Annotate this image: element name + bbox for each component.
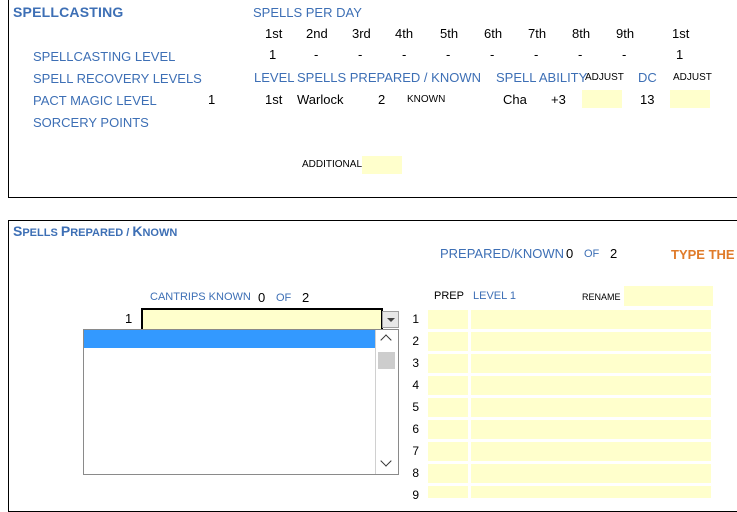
prepared-known-label: PREPARED/KNOWN (440, 246, 564, 261)
row-number: 6 (412, 422, 419, 436)
adjust2-header: ADJUST (673, 72, 712, 83)
level-header-4th: 4th (395, 26, 414, 41)
prep-column-header: PREP (434, 290, 464, 302)
cantrips-of-label: OF (276, 292, 292, 304)
spell-ability-header: SPELL ABILITY (496, 70, 588, 85)
slot-4th: - (402, 47, 407, 62)
dc-header: DC (638, 70, 657, 85)
level-header-1st: 1st (265, 26, 283, 41)
row-number: 3 (412, 356, 419, 370)
chevron-down-icon (387, 318, 395, 322)
row-number: 4 (412, 378, 419, 392)
adjust2-input[interactable] (670, 90, 710, 108)
level-header-8th: 8th (572, 26, 591, 41)
level-1-header: LEVEL 1 (473, 290, 517, 302)
row-number: 1 (412, 312, 419, 326)
class-spell-count: 2 (378, 92, 386, 107)
spell-ability-modifier: +3 (551, 92, 566, 107)
spells-prepared-known-header: SPELLS PREPARED / KNOWN (297, 70, 481, 85)
rename-input[interactable] (624, 286, 713, 306)
chevron-up-icon[interactable] (380, 334, 392, 346)
prep-checkbox[interactable] (428, 332, 468, 351)
level-header-6th: 6th (484, 26, 503, 41)
prep-checkbox[interactable] (428, 464, 468, 483)
cantrips-count: 0 (258, 290, 266, 305)
pact-magic-level-value: 1 (208, 92, 216, 107)
additional-label: ADDITIONAL (302, 159, 363, 170)
slot-3rd: - (358, 47, 363, 62)
dropdown-option-selected[interactable] (84, 330, 376, 348)
spell-name-cell[interactable] (471, 354, 711, 373)
additional-input[interactable] (362, 156, 402, 174)
spell-name-cell[interactable] (471, 486, 711, 498)
spell-name-cell[interactable] (471, 376, 711, 395)
dc-value: 13 (640, 92, 655, 107)
prepared-count: 0 (566, 246, 574, 261)
cantrip-dropdown-list[interactable] (83, 329, 399, 475)
class-level: 1st (265, 92, 283, 107)
row-number: 8 (412, 466, 419, 480)
spell-name-cell[interactable] (471, 464, 711, 483)
row-number: 7 (412, 444, 419, 458)
row-number: 2 (412, 334, 419, 348)
slot-2nd: - (314, 47, 319, 62)
spell-recovery-levels-label: SPELL RECOVERY LEVELS (33, 71, 202, 86)
prep-checkbox[interactable] (428, 442, 468, 461)
pact-level-header: 1st (672, 26, 690, 41)
cantrips-total: 2 (302, 290, 310, 305)
sorcery-points-label: SORCERY POINTS (33, 115, 149, 130)
level-header-5th: 5th (440, 26, 459, 41)
prepared-of-label: OF (584, 248, 600, 260)
level-column-header: LEVEL (254, 70, 295, 85)
spell-name-cell[interactable] (471, 420, 711, 439)
prep-checkbox[interactable] (428, 398, 468, 417)
prepared-total: 2 (610, 246, 618, 261)
cantrips-known-label: CANTRIPS KNOWN (150, 291, 251, 303)
type-hint: TYPE THE I (671, 247, 737, 262)
cantrip-row-number: 1 (125, 311, 133, 326)
spell-ability-value: Cha (503, 92, 527, 107)
spell-name-cell[interactable] (471, 442, 711, 461)
adjust-header: ADJUST (585, 72, 624, 83)
cantrip-dropdown-button[interactable] (382, 311, 399, 328)
class-name: Warlock (297, 92, 344, 107)
level-header-3rd: 3rd (352, 26, 371, 41)
scrollbar-thumb[interactable] (378, 352, 395, 369)
row-number: 5 (412, 400, 419, 414)
row-number: 9 (412, 488, 419, 502)
slot-6th: - (490, 47, 495, 62)
prep-checkbox[interactable] (428, 486, 468, 498)
spells-per-day-label: SPELLS PER DAY (253, 5, 362, 20)
slot-9th: - (622, 47, 627, 62)
slot-7th: - (534, 47, 539, 62)
rename-label: RENAME (582, 292, 621, 302)
spell-name-cell[interactable] (471, 332, 711, 351)
spell-name-cell[interactable] (471, 398, 711, 417)
chevron-down-icon[interactable] (380, 455, 392, 467)
dropdown-scrollbar[interactable] (375, 330, 398, 474)
slot-1st: 1 (269, 47, 277, 62)
adjust-input[interactable] (582, 90, 622, 108)
spellcasting-title: SPELLCASTING (13, 4, 124, 20)
prep-checkbox[interactable] (428, 376, 468, 395)
cantrip-combobox[interactable] (141, 308, 383, 331)
level-header-9th: 9th (616, 26, 635, 41)
slot-5th: - (446, 47, 451, 62)
prep-checkbox[interactable] (428, 310, 468, 329)
level-header-2nd: 2nd (306, 26, 328, 41)
slot-8th: - (578, 47, 583, 62)
level-header-7th: 7th (528, 26, 547, 41)
class-spell-type: KNOWN (407, 94, 446, 105)
spell-name-cell[interactable] (471, 310, 711, 329)
prep-checkbox[interactable] (428, 420, 468, 439)
spells-prepared-title: SPELLS PREPARED / KNOWN (13, 223, 178, 239)
pact-magic-level-label: PACT MAGIC LEVEL (33, 93, 157, 108)
prep-checkbox[interactable] (428, 354, 468, 373)
spellcasting-level-label: SPELLCASTING LEVEL (33, 49, 176, 64)
pact-slot: 1 (676, 47, 684, 62)
